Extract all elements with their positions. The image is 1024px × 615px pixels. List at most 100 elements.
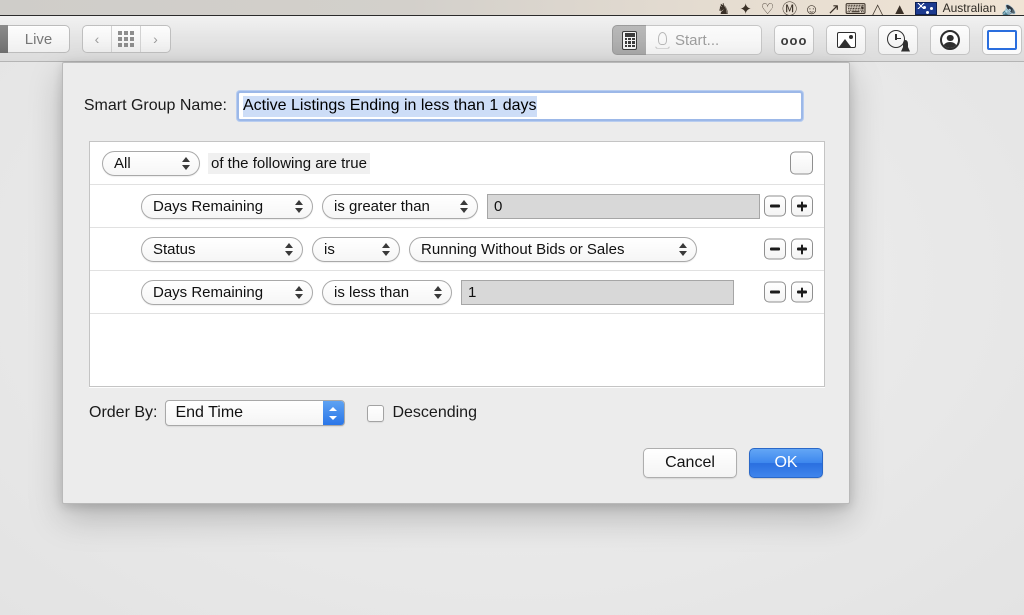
add-rule-button[interactable] [791, 195, 813, 217]
calculator-button[interactable] [612, 25, 646, 55]
smiley-icon[interactable]: ☺ [801, 0, 823, 15]
criteria-row: Days Remaining is greater than 0 [90, 185, 824, 228]
add-rule-button[interactable] [790, 151, 813, 175]
criteria-row-buttons [764, 195, 813, 217]
image-icon [836, 32, 856, 48]
rule-operator-value: is less than [334, 283, 410, 301]
rule-operator-value: is greater than [334, 197, 430, 215]
chevron-updown-icon [459, 198, 470, 215]
bluetooth-icon[interactable]: ♞ [713, 0, 735, 15]
rule-operator-select[interactable]: is [312, 236, 400, 262]
criteria-row: Status is Running Without Bids or Sales [90, 228, 824, 271]
menu-bar: ♞ ✦ ♡ Ⓜ ☺ ↗ ⌨ △ ▲ Australian 🔈 [0, 0, 1024, 16]
chevron-updown-icon [294, 284, 305, 301]
chevron-updown-icon [329, 406, 338, 421]
rule-operator-select[interactable]: is less than [322, 279, 452, 305]
rule-field-select[interactable]: Days Remaining [141, 279, 313, 305]
screen: ♞ ✦ ♡ Ⓜ ☺ ↗ ⌨ △ ▲ Australian 🔈 Live ‹ › … [0, 0, 1024, 615]
nav-forward-button[interactable]: › [141, 26, 170, 52]
live-button-label: Live [24, 30, 53, 48]
keyboard-icon[interactable]: ⌨ [845, 0, 867, 15]
rule-value-text: 0 [494, 197, 503, 215]
remove-rule-button[interactable] [764, 281, 786, 303]
more-options-button[interactable]: ooo [774, 25, 814, 55]
chevron-updown-icon [433, 284, 444, 301]
account-button[interactable] [930, 25, 970, 55]
cancel-button-label: Cancel [665, 454, 715, 471]
smart-group-name-value: Active Listings Ending in less than 1 da… [243, 95, 537, 117]
chevron-updown-icon [294, 198, 305, 215]
remove-rule-button[interactable] [764, 238, 786, 260]
clock-rocket-icon [887, 29, 909, 51]
blue-square-icon [987, 30, 1017, 50]
order-by-select[interactable]: End Time [165, 400, 346, 426]
match-suffix-label: of the following are true [208, 152, 370, 174]
circle-a-icon[interactable]: Ⓜ [779, 0, 801, 15]
ok-button-label: OK [774, 454, 798, 471]
criteria-list: All of the following are true Days Remai… [89, 141, 825, 387]
criteria-row-buttons [764, 281, 813, 303]
rule-value-input[interactable]: 1 [461, 279, 734, 305]
start-search-input[interactable]: Start... [646, 25, 762, 55]
diamond-icon[interactable]: ✦ [735, 0, 757, 15]
ok-button[interactable]: OK [749, 448, 823, 478]
order-by-select-button[interactable] [323, 401, 345, 425]
match-type-value: All [114, 154, 131, 172]
smart-group-name-row: Smart Group Name: Active Listings Ending… [63, 91, 849, 121]
match-type-select[interactable]: All [102, 150, 200, 176]
smart-group-name-label: Smart Group Name: [83, 97, 227, 114]
more-options-label: ooo [780, 32, 808, 48]
criteria-row: Days Remaining is less than 1 [90, 271, 824, 314]
add-rule-button[interactable] [791, 281, 813, 303]
minus-icon [770, 247, 780, 251]
chevron-updown-icon [678, 241, 689, 258]
wifi-icon[interactable]: △ [867, 0, 889, 15]
grid-icon [118, 31, 134, 47]
descending-label: Descending [392, 404, 477, 421]
rule-value-select[interactable]: Running Without Bids or Sales [409, 236, 697, 262]
descending-checkbox-group: Descending [367, 404, 477, 422]
heart-icon[interactable]: ♡ [757, 0, 779, 15]
flag-icon[interactable] [911, 0, 941, 15]
rule-field-select[interactable]: Status [141, 236, 303, 262]
app-toolbar: Live ‹ › Start... ooo [0, 16, 1024, 62]
chevron-updown-icon [284, 241, 295, 258]
start-search-placeholder: Start... [675, 31, 720, 49]
calculator-icon [622, 30, 637, 50]
minus-icon [770, 290, 780, 294]
person-icon [940, 30, 960, 50]
criteria-match-row: All of the following are true [90, 142, 824, 185]
nav-back-button[interactable]: ‹ [83, 26, 112, 52]
descending-checkbox[interactable] [367, 404, 385, 422]
order-by-value: End Time [175, 404, 244, 421]
rule-field-value: Days Remaining [153, 283, 264, 301]
criteria-empty-area [90, 314, 824, 386]
minus-icon [770, 204, 780, 208]
rule-field-select[interactable]: Days Remaining [141, 193, 313, 219]
rule-value-text: 1 [468, 283, 477, 301]
window-button[interactable] [982, 25, 1022, 55]
smart-group-dialog: Smart Group Name: Active Listings Ending… [62, 62, 850, 504]
history-button[interactable] [878, 25, 918, 55]
rule-operator-select[interactable]: is greater than [322, 193, 478, 219]
rule-field-value: Status [153, 240, 196, 258]
dialog-actions: Cancel OK [643, 448, 823, 478]
cancel-button[interactable]: Cancel [643, 448, 737, 478]
criteria-row-buttons [764, 238, 813, 260]
order-by-label: Order By: [89, 404, 158, 421]
speaker-icon[interactable]: 🔈 [1000, 0, 1022, 15]
chevron-updown-icon [381, 241, 392, 258]
rule-value-text: Running Without Bids or Sales [421, 240, 625, 258]
remove-rule-button[interactable] [764, 195, 786, 217]
add-rule-button[interactable] [791, 238, 813, 260]
smart-group-name-input[interactable]: Active Listings Ending in less than 1 da… [237, 91, 803, 121]
wifi-off-icon[interactable]: ↗ [823, 0, 845, 15]
volume-triangle-icon[interactable]: ▲ [889, 0, 911, 15]
order-by-row: Order By: End Time Descending [89, 400, 477, 426]
rule-value-input[interactable]: 0 [487, 193, 760, 219]
live-button[interactable]: Live [8, 25, 70, 53]
input-source-label[interactable]: Australian [941, 0, 1000, 15]
rule-operator-value: is [324, 240, 335, 258]
nav-grid-button[interactable] [112, 26, 141, 52]
image-button[interactable] [826, 25, 866, 55]
